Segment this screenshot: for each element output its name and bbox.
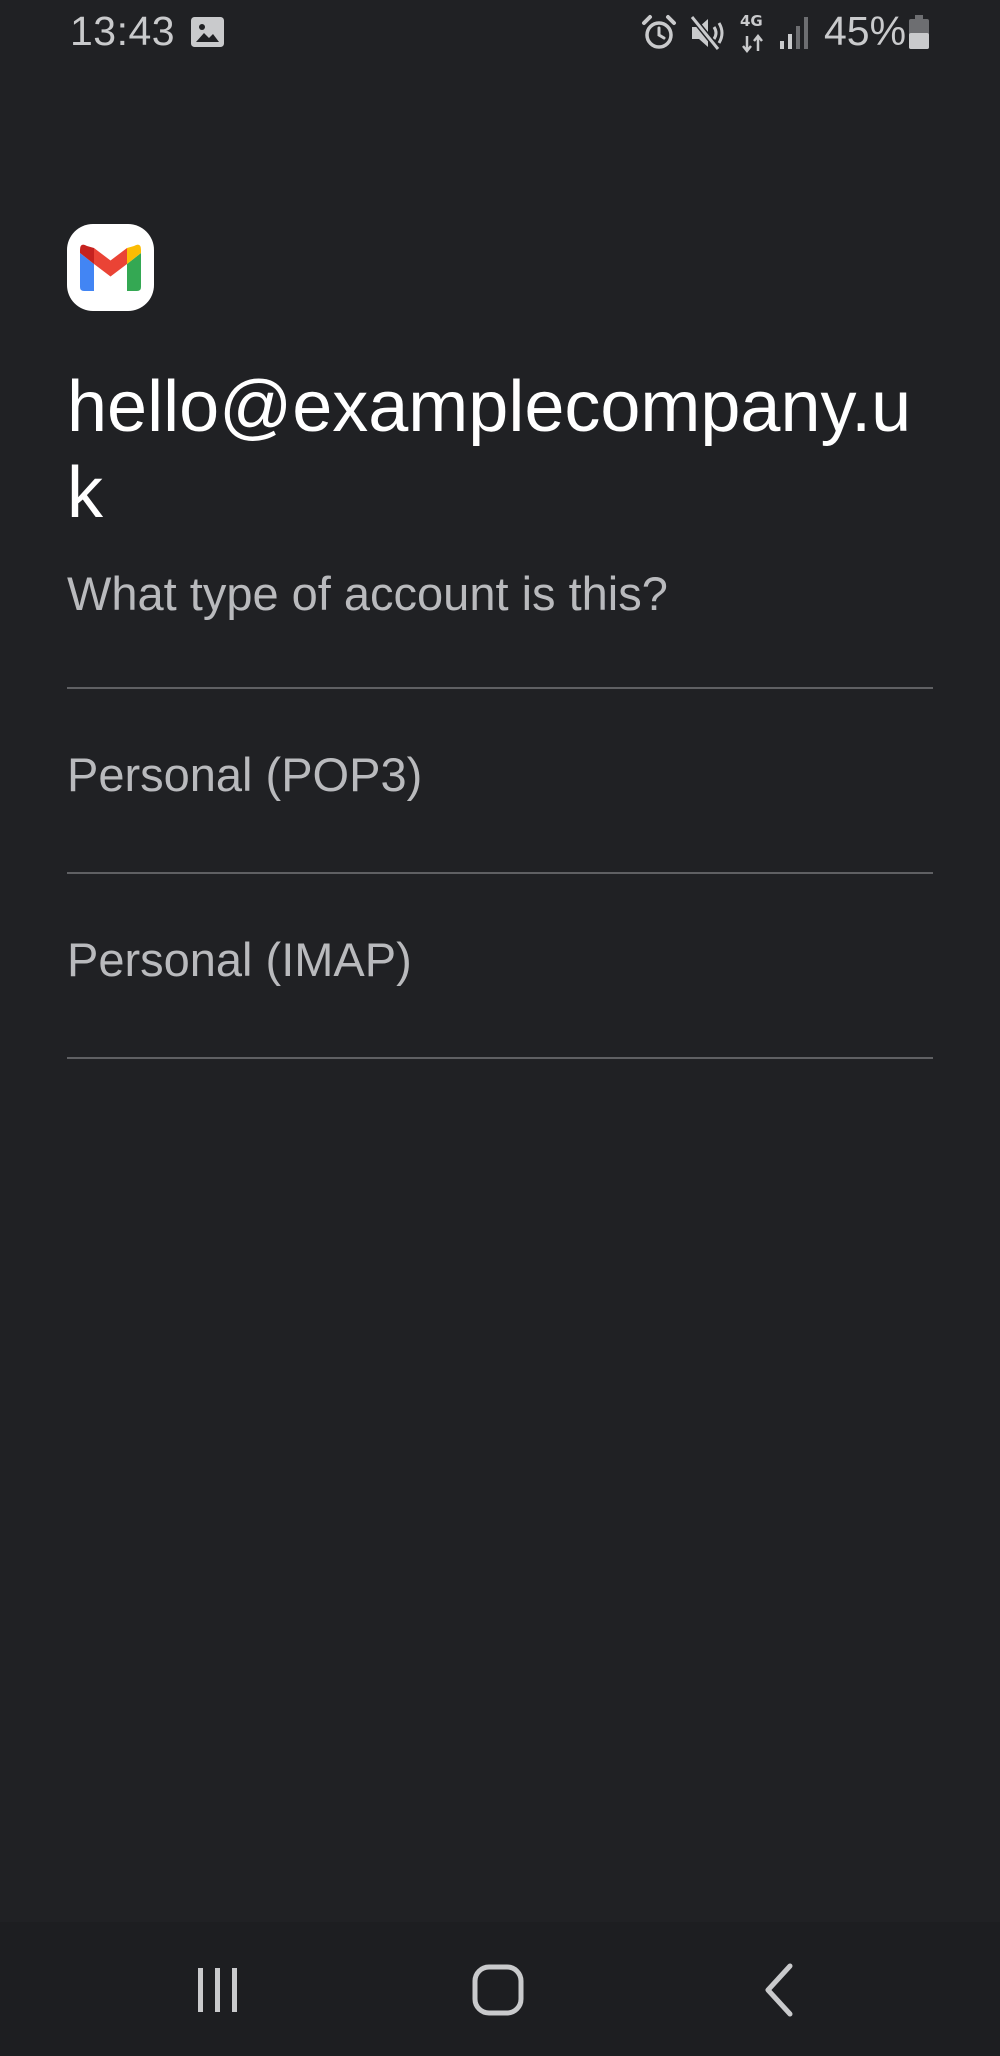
status-time: 13:43 xyxy=(70,8,176,54)
account-email: hello@examplecompany.uk xyxy=(67,367,912,533)
account-type-question: What type of account is this? xyxy=(67,567,668,620)
status-bar: 13:43 4G 45% xyxy=(0,0,1000,68)
divider xyxy=(67,1057,933,1059)
account-type-options: Personal (POP3) Personal (IMAP) xyxy=(67,687,933,1059)
signal-icon xyxy=(780,17,808,49)
gmail-logo xyxy=(67,224,154,311)
option-label: Personal (IMAP) xyxy=(67,933,412,986)
alarm-icon xyxy=(642,15,676,49)
option-label: Personal (POP3) xyxy=(67,748,423,801)
gmail-logo-icon xyxy=(80,244,141,291)
back-icon[interactable] xyxy=(738,1950,818,2030)
option-personal-pop3[interactable]: Personal (POP3) xyxy=(67,689,933,872)
battery-icon xyxy=(909,15,929,49)
navigation-bar xyxy=(0,1922,1000,2056)
recents-icon[interactable] xyxy=(178,1950,258,2030)
option-personal-imap[interactable]: Personal (IMAP) xyxy=(67,874,933,1057)
network-4g-icon xyxy=(742,33,763,54)
home-icon[interactable] xyxy=(458,1950,538,2030)
gallery-icon xyxy=(191,17,224,47)
mute-icon xyxy=(689,15,724,51)
battery-percent: 45% xyxy=(824,8,907,54)
